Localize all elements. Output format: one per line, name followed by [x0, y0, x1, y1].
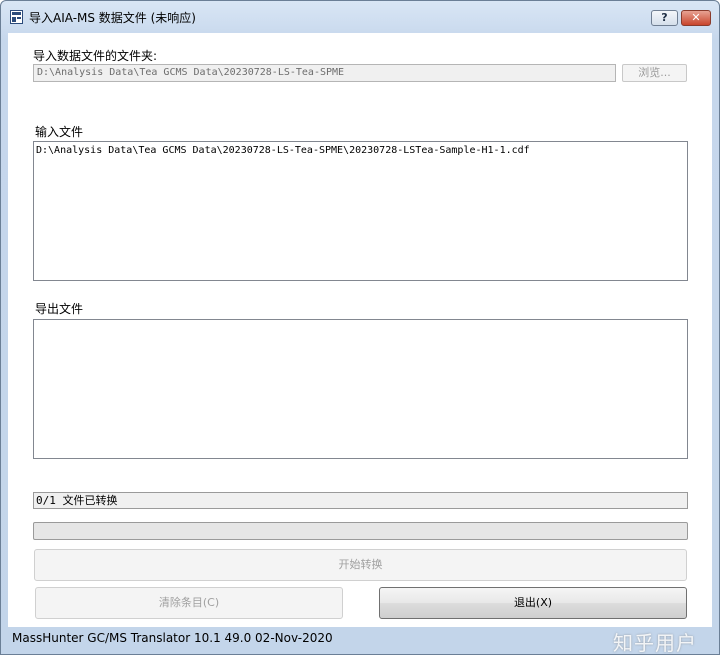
status-footer: MassHunter GC/MS Translator 10.1 49.0 02… [1, 627, 719, 654]
translator-window: 导入AIA-MS 数据文件 (未响应) ? ✕ 导入数据文件的文件夹: D:\A… [0, 0, 720, 655]
dialog-body: 导入数据文件的文件夹: D:\Analysis Data\Tea GCMS Da… [8, 33, 712, 627]
browse-button: 浏览... [622, 64, 687, 82]
clear-items-button[interactable]: 清除条目(C) [35, 587, 343, 619]
output-files-list[interactable] [33, 319, 688, 459]
input-files-label: 输入文件 [35, 125, 84, 139]
folder-path-field: D:\Analysis Data\Tea GCMS Data\20230728-… [33, 64, 616, 82]
output-files-label: 导出文件 [35, 302, 84, 316]
help-icon: ? [661, 11, 668, 24]
folder-label: 导入数据文件的文件夹: [33, 49, 158, 63]
input-files-list[interactable]: D:\Analysis Data\Tea GCMS Data\20230728-… [33, 141, 688, 281]
watermark: 知乎用户 [613, 631, 697, 655]
start-conversion-button[interactable]: 开始转换 [34, 549, 687, 581]
conversion-progress-bar [33, 522, 688, 540]
list-item[interactable]: D:\Analysis Data\Tea GCMS Data\20230728-… [36, 144, 685, 157]
window-title: 导入AIA-MS 数据文件 (未响应) [29, 11, 196, 25]
status-text: 0/1 文件已转换 [36, 494, 118, 507]
close-button[interactable]: ✕ [681, 10, 711, 26]
close-icon: ✕ [691, 11, 701, 24]
version-text: MassHunter GC/MS Translator 10.1 49.0 02… [12, 631, 333, 645]
help-button[interactable]: ? [651, 10, 678, 26]
app-icon [10, 10, 23, 24]
title-bar[interactable]: 导入AIA-MS 数据文件 (未响应) ? ✕ [1, 1, 719, 33]
exit-button[interactable]: 退出(X) [379, 587, 687, 619]
conversion-status: 0/1 文件已转换 [33, 492, 688, 509]
